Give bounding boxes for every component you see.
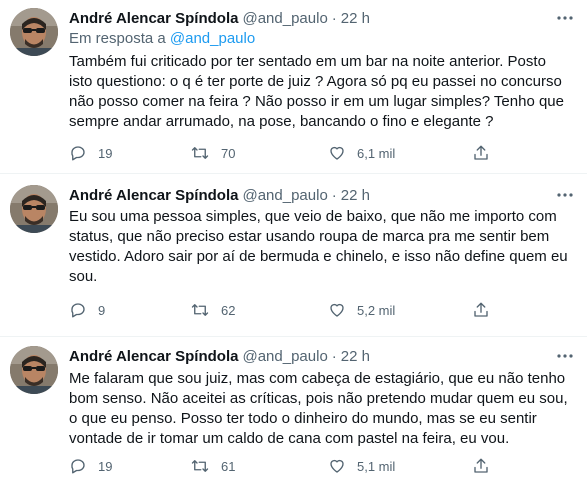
share-button[interactable]	[472, 300, 490, 320]
retweet-count: 70	[221, 145, 236, 161]
heart-icon	[330, 146, 344, 160]
retweet-button[interactable]: 61	[190, 456, 235, 476]
tweet-header: André Alencar Spíndola @and_paulo · 22 h	[69, 185, 370, 205]
reply-bubble-icon	[71, 146, 85, 161]
reply-button[interactable]: 19	[69, 456, 112, 476]
tweet-actions: 19 70 6,1 mil	[69, 143, 499, 163]
avatar-photo	[10, 346, 58, 394]
tweet[interactable]: André Alencar Spíndola @and_paulo · 22 h…	[0, 0, 587, 174]
more-options-button[interactable]	[555, 346, 575, 366]
retweet-icon	[191, 460, 209, 472]
like-button[interactable]: 5,1 mil	[328, 456, 395, 476]
separator-dot: ·	[331, 186, 337, 204]
retweet-count: 62	[221, 302, 236, 318]
timestamp[interactable]: 22 h	[341, 187, 370, 204]
tweet-text: Eu sou uma pessoa simples, que veio de b…	[69, 207, 574, 287]
retweet-button[interactable]: 62	[190, 300, 235, 320]
tweet-text-line: Eu sou uma pessoa simples, que veio de b…	[69, 208, 557, 225]
retweet-icon	[191, 304, 209, 316]
share-button[interactable]	[472, 143, 490, 163]
share-icon	[474, 302, 488, 317]
retweet-count: 61	[221, 458, 236, 474]
more-options-button[interactable]	[555, 8, 575, 28]
tweet-text: Me falaram que sou juiz, mas com cabeça …	[69, 369, 574, 449]
author-handle[interactable]: @and_paulo	[242, 187, 327, 204]
like-button[interactable]: 6,1 mil	[328, 143, 395, 163]
tweet-text-line: o que eu penso. Posso ter todo o dinheir…	[69, 410, 537, 427]
tweet-text-line: sou.	[69, 268, 98, 285]
tweet-header: André Alencar Spíndola @and_paulo · 22 h	[69, 8, 370, 28]
reply-bubble-icon	[71, 303, 85, 318]
more-horizontal-icon	[557, 193, 573, 197]
tweet-actions: 19 61 5,1 mil	[69, 456, 499, 476]
tweet-text-line: vestido. Adoro sair por aí de bermuda e …	[69, 248, 568, 265]
reply-prefix: Em resposta a	[69, 30, 166, 47]
share-icon	[474, 145, 488, 160]
tweet-text-line: sempre andar arrumado, na pose, bancando…	[69, 113, 494, 130]
more-options-button[interactable]	[555, 185, 575, 205]
tweet[interactable]: André Alencar Spíndola @and_paulo · 22 h…	[0, 336, 587, 482]
reply-count: 19	[98, 145, 113, 161]
like-button[interactable]: 5,2 mil	[328, 300, 395, 320]
tweet-text-line: Também fui criticado por ter sentado em …	[69, 53, 546, 70]
tweet-text-line: não posso comer na feira ? Não posso ir …	[69, 93, 564, 110]
tweet-text: Também fui criticado por ter sentado em …	[69, 52, 574, 132]
author-name[interactable]: André Alencar Spíndola	[69, 187, 238, 204]
author-name[interactable]: André Alencar Spíndola	[69, 348, 238, 365]
retweet-icon	[191, 147, 209, 159]
tweet-text-line: isto questiono: o q é ter porte de juiz …	[69, 73, 562, 90]
reply-button[interactable]: 9	[69, 300, 105, 320]
avatar[interactable]	[10, 185, 58, 233]
separator-dot: ·	[331, 347, 337, 365]
reply-context: Em resposta a @and_paulo	[69, 30, 255, 47]
avatar[interactable]	[10, 346, 58, 394]
avatar-photo	[10, 185, 58, 233]
tweet-text-line: Me falaram que sou juiz, mas com cabeça …	[69, 370, 566, 387]
tweet-header: André Alencar Spíndola @and_paulo · 22 h	[69, 346, 370, 366]
timestamp[interactable]: 22 h	[341, 348, 370, 365]
heart-icon	[330, 303, 344, 317]
heart-icon	[330, 459, 344, 473]
like-count: 5,1 mil	[357, 458, 396, 474]
avatar[interactable]	[10, 8, 58, 56]
tweet-text-line: vontade de ir tomar um caldo de cana com…	[69, 430, 510, 447]
reply-count: 9	[98, 302, 106, 318]
retweet-button[interactable]: 70	[190, 143, 235, 163]
reply-button[interactable]: 19	[69, 143, 112, 163]
reply-bubble-icon	[71, 459, 85, 474]
author-handle[interactable]: @and_paulo	[242, 348, 327, 365]
author-name[interactable]: André Alencar Spíndola	[69, 10, 238, 27]
separator-dot: ·	[331, 9, 337, 27]
reply-to-link[interactable]: @and_paulo	[170, 30, 255, 47]
like-count: 6,1 mil	[357, 145, 396, 161]
like-count: 5,2 mil	[357, 302, 396, 318]
more-horizontal-icon	[557, 354, 573, 358]
share-icon	[474, 458, 488, 473]
tweet-text-line: status, que não preciso estar usando rou…	[69, 228, 550, 245]
more-horizontal-icon	[557, 16, 573, 20]
author-handle[interactable]: @and_paulo	[242, 10, 327, 27]
tweet-text-line: bom senso. Não aceitei as críticas, pois…	[69, 390, 568, 407]
share-button[interactable]	[472, 456, 490, 476]
tweet[interactable]: André Alencar Spíndola @and_paulo · 22 h…	[0, 173, 587, 337]
tweet-actions: 9 62 5,2 mil	[69, 300, 499, 320]
reply-count: 19	[98, 458, 113, 474]
timestamp[interactable]: 22 h	[341, 10, 370, 27]
avatar-photo	[10, 8, 58, 56]
